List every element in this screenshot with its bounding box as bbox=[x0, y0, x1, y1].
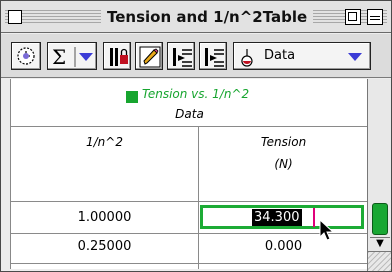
data-menu-label: Data bbox=[264, 48, 296, 63]
insert-row-icon bbox=[173, 48, 192, 67]
data-set-indicator[interactable] bbox=[372, 203, 388, 235]
tension-edit-value: 34.300 bbox=[252, 209, 302, 226]
tension-edit-field[interactable]: 34.300 bbox=[200, 205, 364, 229]
table-cell-tension[interactable]: 0.000 bbox=[199, 239, 368, 254]
data-set-label: Data bbox=[175, 107, 204, 121]
mouse-pointer-icon bbox=[319, 219, 335, 241]
title-bar[interactable]: Tension and 1/n^2Table bbox=[1, 1, 391, 33]
right-scroll-column: ▼ bbox=[367, 79, 391, 271]
append-row-icon bbox=[205, 48, 224, 67]
toolbar: Σ Data bbox=[1, 34, 391, 78]
edit-button[interactable] bbox=[135, 42, 163, 70]
chevron-down-icon bbox=[79, 53, 93, 61]
table-cell-x[interactable]: 1.00000 bbox=[11, 210, 198, 225]
divider bbox=[11, 233, 368, 234]
clock-icon bbox=[17, 47, 35, 65]
resize-grip[interactable] bbox=[368, 251, 391, 271]
lock-icon bbox=[110, 48, 128, 66]
insert-row-button[interactable] bbox=[167, 42, 195, 70]
append-row-button[interactable] bbox=[199, 42, 227, 70]
column-header-unit: (N) bbox=[274, 157, 293, 171]
divider bbox=[11, 263, 368, 264]
divider bbox=[11, 201, 368, 202]
column-header-x[interactable]: 1/n^2 bbox=[11, 135, 198, 149]
text-cursor bbox=[313, 208, 315, 227]
column-header-tension[interactable]: Tension bbox=[199, 135, 368, 149]
legend-row: Tension vs. 1/n^2 Data bbox=[11, 79, 368, 123]
pencil-icon bbox=[139, 46, 161, 68]
data-table: Tension vs. 1/n^2 Data 1/n^2 Tension (N)… bbox=[10, 79, 368, 269]
window-title: Tension and 1/n^2Table bbox=[101, 8, 314, 26]
table-cell-x[interactable]: 0.25000 bbox=[11, 239, 198, 254]
svg-text:Σ: Σ bbox=[52, 45, 66, 69]
legend-text: Tension vs. 1/n^2 bbox=[142, 87, 250, 101]
legend-swatch bbox=[126, 91, 138, 103]
zoom-box[interactable] bbox=[345, 9, 361, 25]
statistics-button[interactable]: Σ bbox=[47, 42, 97, 70]
data-menu-button[interactable]: Data bbox=[233, 42, 371, 70]
sigma-icon: Σ bbox=[52, 45, 93, 69]
table-window: Tension and 1/n^2Table Σ Data Tension vs… bbox=[0, 0, 392, 272]
lock-column-button[interactable] bbox=[103, 42, 131, 70]
close-box[interactable] bbox=[8, 10, 22, 24]
scroll-down-arrow[interactable]: ▼ bbox=[370, 237, 390, 249]
chevron-down-icon bbox=[348, 53, 362, 61]
collapse-box[interactable] bbox=[367, 9, 383, 25]
divider bbox=[11, 126, 368, 127]
clock-button[interactable] bbox=[11, 42, 41, 70]
